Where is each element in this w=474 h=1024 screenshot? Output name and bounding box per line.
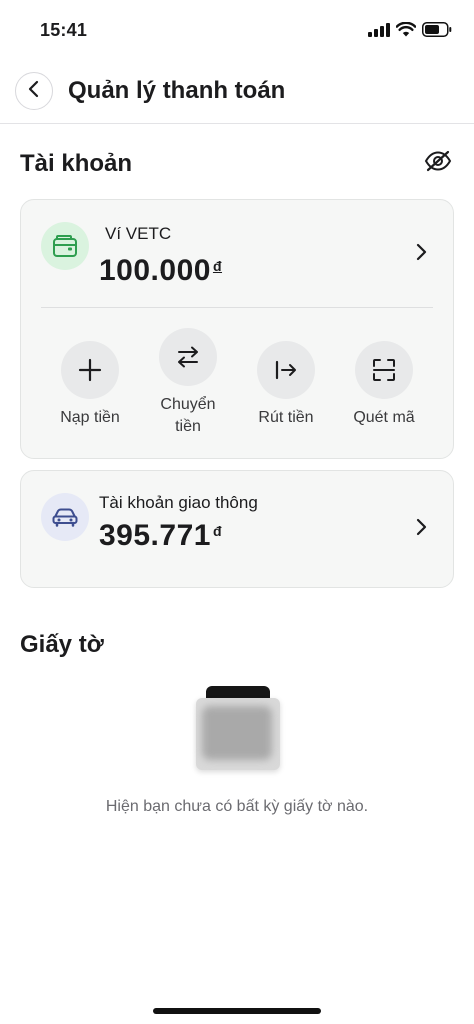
transfer-label: Chuyển tiền <box>160 396 216 435</box>
transfer-icon <box>159 328 217 386</box>
wallet-card: Ví VETC 100.000 đ Nạp tiền Chuyển tiền R… <box>20 199 454 459</box>
traffic-account-card[interactable]: Tài khoản giao thông 395.771 đ <box>20 470 454 588</box>
hide-balance-button[interactable] <box>424 150 452 176</box>
wallet-balance-value: 100.000 <box>99 254 211 287</box>
header: Quản lý thanh toán <box>0 64 474 124</box>
scan-label: Quét mã <box>353 409 415 426</box>
traffic-detail-button[interactable] <box>413 518 429 540</box>
wallet-detail-button[interactable] <box>413 243 429 265</box>
wallet-name: Ví VETC <box>105 224 172 243</box>
top-up-button[interactable]: Nạp tiền <box>45 341 135 429</box>
chevron-right-icon <box>415 242 427 267</box>
signal-icon <box>368 22 390 42</box>
scan-icon <box>355 341 413 399</box>
traffic-balance: 395.771 đ <box>99 519 222 553</box>
documents-section-title: Giấy tờ <box>20 631 104 658</box>
scan-button[interactable]: Quét mã <box>339 341 429 429</box>
empty-folder-illustration <box>196 686 280 770</box>
traffic-currency-symbol: đ <box>212 523 223 539</box>
wifi-icon <box>395 21 417 42</box>
transfer-button[interactable]: Chuyển tiền <box>143 328 233 438</box>
wallet-divider <box>41 307 433 308</box>
page-title: Quản lý thanh toán <box>68 77 286 104</box>
status-time: 15:41 <box>40 20 88 40</box>
top-up-label: Nạp tiền <box>60 409 120 426</box>
withdraw-label: Rút tiền <box>258 409 314 426</box>
back-button[interactable] <box>15 72 53 110</box>
accounts-section-title: Tài khoản <box>20 150 133 177</box>
wallet-currency-symbol: đ <box>212 258 223 274</box>
empty-documents-message: Hiện bạn chưa có bất kỳ giấy tờ nào. <box>105 798 369 815</box>
traffic-account-name: Tài khoản giao thông <box>99 493 258 512</box>
chevron-left-icon <box>27 80 41 103</box>
home-indicator <box>153 1008 321 1014</box>
chevron-right-icon <box>415 517 427 542</box>
battery-icon <box>422 22 452 42</box>
car-icon <box>41 493 89 541</box>
plus-icon <box>61 341 119 399</box>
withdraw-button[interactable]: Rút tiền <box>241 341 331 429</box>
status-icons <box>368 21 452 42</box>
eye-off-icon <box>424 149 452 178</box>
traffic-balance-value: 395.771 <box>99 519 211 552</box>
withdraw-icon <box>257 341 315 399</box>
status-bar: 15:41 <box>0 0 474 58</box>
wallet-icon <box>41 222 89 270</box>
wallet-balance: 100.000 đ <box>99 254 222 288</box>
